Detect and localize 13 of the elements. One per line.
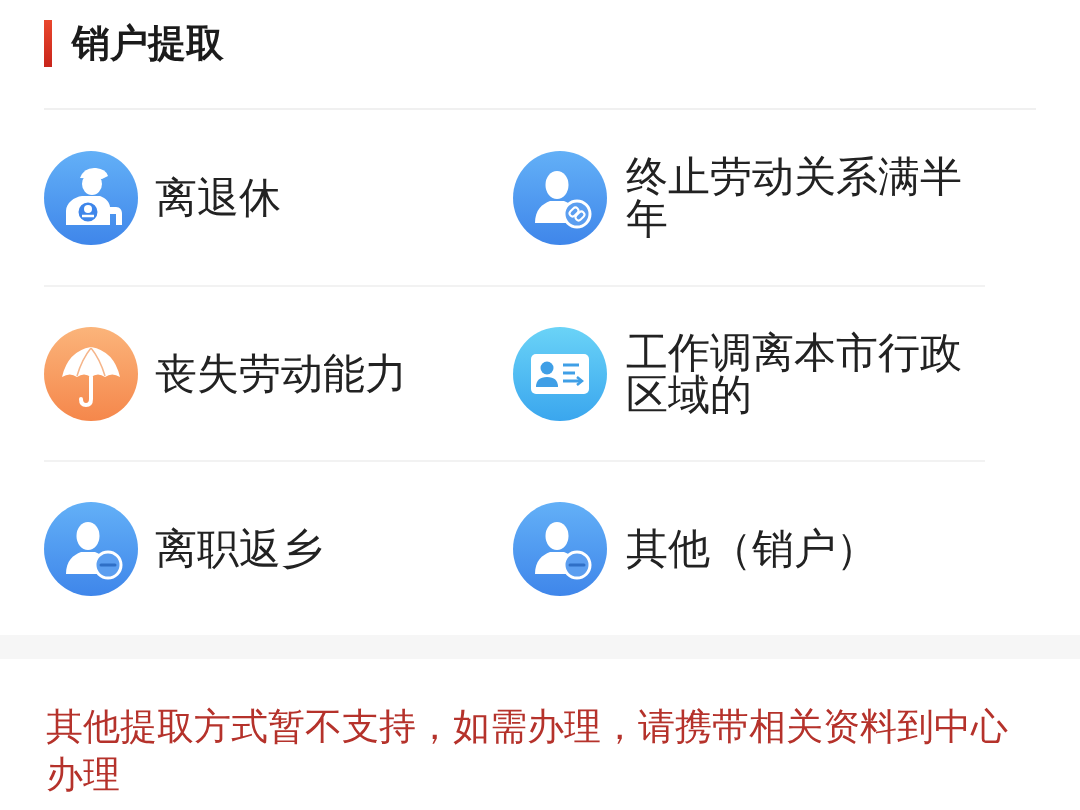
title-accent-bar (44, 20, 52, 67)
option-item[interactable]: 丧失劳动能力 (44, 285, 513, 460)
umbrella-icon (44, 326, 138, 421)
option-item[interactable]: 终止劳动关系满半年 (513, 110, 985, 285)
person-minus-icon (44, 501, 138, 596)
person-minus-icon (513, 501, 607, 596)
person-cap-icon (44, 150, 138, 245)
option-item[interactable]: 工作调离本市行政区域的 (513, 285, 985, 460)
option-item[interactable]: 离退休 (44, 110, 513, 285)
section-title: 销户提取 (72, 20, 224, 67)
id-card-icon (513, 326, 607, 421)
person-link-icon (513, 150, 607, 245)
notice-text: 其他提取方式暂不支持，如需办理，请携带相关资料到中心办理 (46, 704, 1009, 798)
